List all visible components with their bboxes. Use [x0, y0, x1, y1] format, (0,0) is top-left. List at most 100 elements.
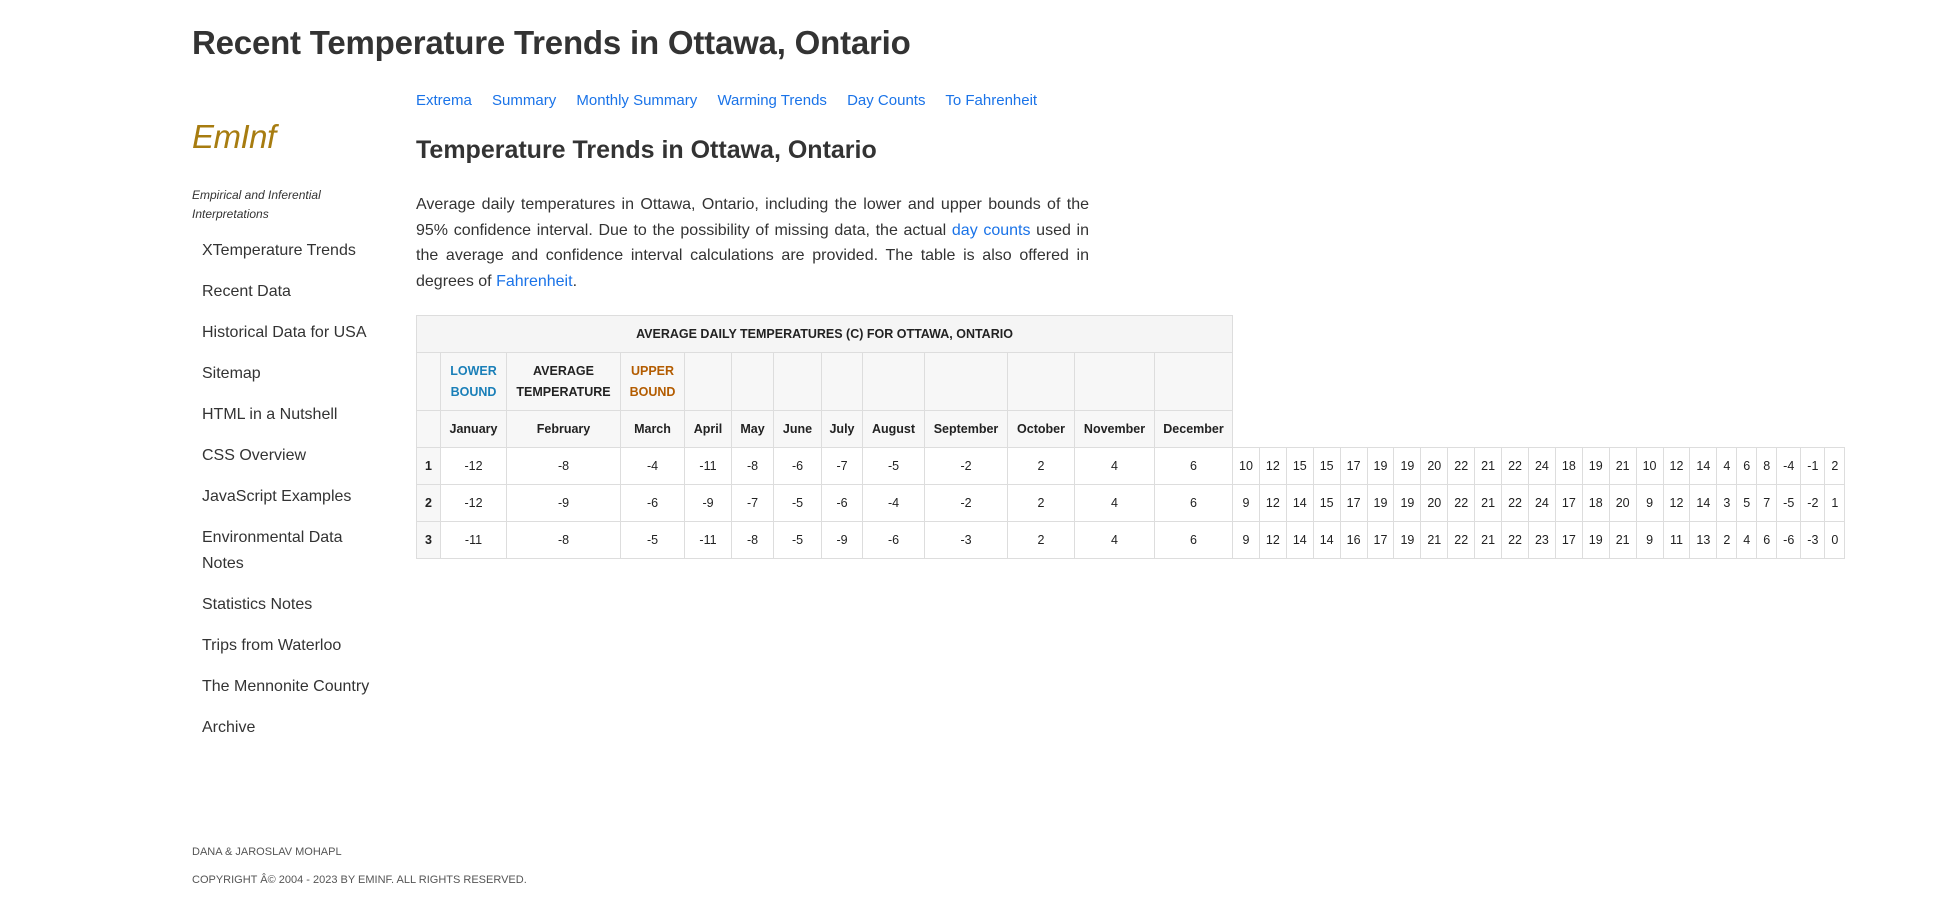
month-header: September: [924, 410, 1008, 448]
sidebar-item-sitemap[interactable]: Sitemap: [192, 361, 372, 387]
section-title: Temperature Trends in Ottawa, Ontario: [416, 136, 877, 164]
table-cell: 17: [1554, 484, 1583, 522]
sidebar-item-recent-data[interactable]: Recent Data: [192, 279, 372, 305]
month-header: August: [862, 410, 925, 448]
nav-link-day-counts[interactable]: Day Counts: [847, 92, 925, 109]
table-cell: 10: [1232, 447, 1260, 485]
month-header: December: [1154, 410, 1233, 448]
table-cell: 22: [1501, 484, 1529, 522]
table-cell: 19: [1393, 521, 1422, 559]
table-cell: 9: [1635, 484, 1664, 522]
table-row: 1 -12 -8 -4 -11 -8 -6 -7 -5 -2 2 4 6 10 12 15 15 17 19 19 20…: [416, 447, 1846, 485]
table-cell: 4: [1074, 521, 1155, 559]
table-cell: 19: [1581, 447, 1610, 485]
header-empty: [1154, 352, 1233, 411]
table-cell: 13: [1689, 521, 1718, 559]
table-cell: 19: [1366, 484, 1395, 522]
month-header: March: [620, 410, 685, 448]
header-empty: [924, 352, 1008, 411]
table-cell: 14: [1285, 521, 1314, 559]
site-logo[interactable]: EmInf: [192, 118, 382, 156]
nav-link-monthly-summary[interactable]: Monthly Summary: [576, 92, 697, 109]
nav-link-extrema[interactable]: Extrema: [416, 92, 472, 109]
table-cell: -5: [773, 521, 822, 559]
table-cell: -3: [924, 521, 1008, 559]
sidebar-item-mennonite-country[interactable]: The Mennonite Country: [192, 674, 372, 700]
sidebar-item-html-nutshell[interactable]: HTML in a Nutshell: [192, 402, 372, 428]
row-index: 2: [416, 484, 441, 522]
table-cell: 6: [1736, 447, 1758, 485]
sidebar-item-statistics-notes[interactable]: Statistics Notes: [192, 592, 372, 618]
table-cell: -9: [821, 521, 863, 559]
table-cell: 21: [1608, 447, 1637, 485]
table-cell: 4: [1074, 447, 1155, 485]
sidebar-item-css-overview[interactable]: CSS Overview: [192, 443, 372, 469]
table-cell: 14: [1285, 484, 1314, 522]
month-header-blank: [416, 410, 441, 448]
table-cell: 9: [1635, 521, 1664, 559]
table-cell: -6: [862, 521, 925, 559]
table-cell: 8: [1756, 447, 1778, 485]
sidebar-item-javascript-examples[interactable]: JavaScript Examples: [192, 484, 372, 510]
month-header: July: [821, 410, 863, 448]
table-cell: -12: [440, 484, 507, 522]
table-cell: 19: [1366, 447, 1395, 485]
table-cell: 22: [1447, 484, 1476, 522]
table-cell: -6: [773, 447, 822, 485]
day-counts-link[interactable]: day counts: [952, 222, 1031, 239]
table-cell: -1: [1800, 447, 1826, 485]
table-cell: 6: [1756, 521, 1778, 559]
header-empty: [862, 352, 925, 411]
table-cell: -11: [684, 521, 732, 559]
table-cell: -2: [924, 484, 1008, 522]
table-cell: 18: [1554, 447, 1583, 485]
intro-paragraph: Average daily temperatures in Ottawa, On…: [416, 192, 1089, 294]
table-cell: -5: [773, 484, 822, 522]
table-cell: -11: [684, 447, 732, 485]
table-cell: 12: [1662, 447, 1691, 485]
table-cell: 21: [1420, 521, 1449, 559]
footer-authors: DANA & JAROSLAV MOHAPL: [192, 846, 342, 858]
table-cell: -6: [620, 484, 685, 522]
table-cell: 2: [1824, 447, 1846, 485]
table-cell: -6: [1776, 521, 1802, 559]
table-cell: -11: [440, 521, 507, 559]
table-cell: -3: [1800, 521, 1826, 559]
table-cell: 23: [1527, 521, 1556, 559]
nav-link-to-fahrenheit[interactable]: To Fahrenheit: [945, 92, 1037, 109]
header-empty: [1007, 352, 1075, 411]
table-cell: -8: [506, 447, 621, 485]
header-empty: [821, 352, 863, 411]
header-empty: [773, 352, 822, 411]
table-cell: -12: [440, 447, 507, 485]
sidebar-item-trips-waterloo[interactable]: Trips from Waterloo: [192, 633, 372, 659]
table-cell: 22: [1447, 521, 1476, 559]
table-cell: 2: [1007, 447, 1075, 485]
sidebar-item-historical-data[interactable]: Historical Data for USA: [192, 320, 372, 346]
month-header: October: [1007, 410, 1075, 448]
table-cell: -7: [731, 484, 774, 522]
table-cell: 6: [1154, 521, 1233, 559]
table-cell: 9: [1232, 521, 1260, 559]
table-cell: 12: [1258, 484, 1287, 522]
table-cell: -2: [1800, 484, 1826, 522]
table-cell: 14: [1689, 447, 1718, 485]
table-cell: -2: [924, 447, 1008, 485]
table-cell: -4: [862, 484, 925, 522]
table-cell: 4: [1716, 447, 1738, 485]
sidebar-item-environmental-notes[interactable]: Environmental Data Notes: [192, 525, 372, 577]
nav-link-warming-trends[interactable]: Warming Trends: [717, 92, 826, 109]
sidebar-item-archive[interactable]: Archive: [192, 715, 372, 741]
table-cell: -4: [1776, 447, 1802, 485]
nav-link-summary[interactable]: Summary: [492, 92, 556, 109]
table-cell: 21: [1474, 484, 1503, 522]
footer: DANA & JAROSLAV MOHAPL COPYRIGHT Â© 2004…: [192, 846, 527, 902]
sidebar-item-temperature-trends[interactable]: XTemperature Trends: [192, 238, 372, 264]
table-cell: 6: [1154, 447, 1233, 485]
table-cell: 2: [1007, 484, 1075, 522]
header-blank: [416, 352, 441, 411]
fahrenheit-link[interactable]: Fahrenheit: [496, 273, 573, 290]
month-header: February: [506, 410, 621, 448]
month-header: June: [773, 410, 822, 448]
table-cell: 3: [1716, 484, 1738, 522]
